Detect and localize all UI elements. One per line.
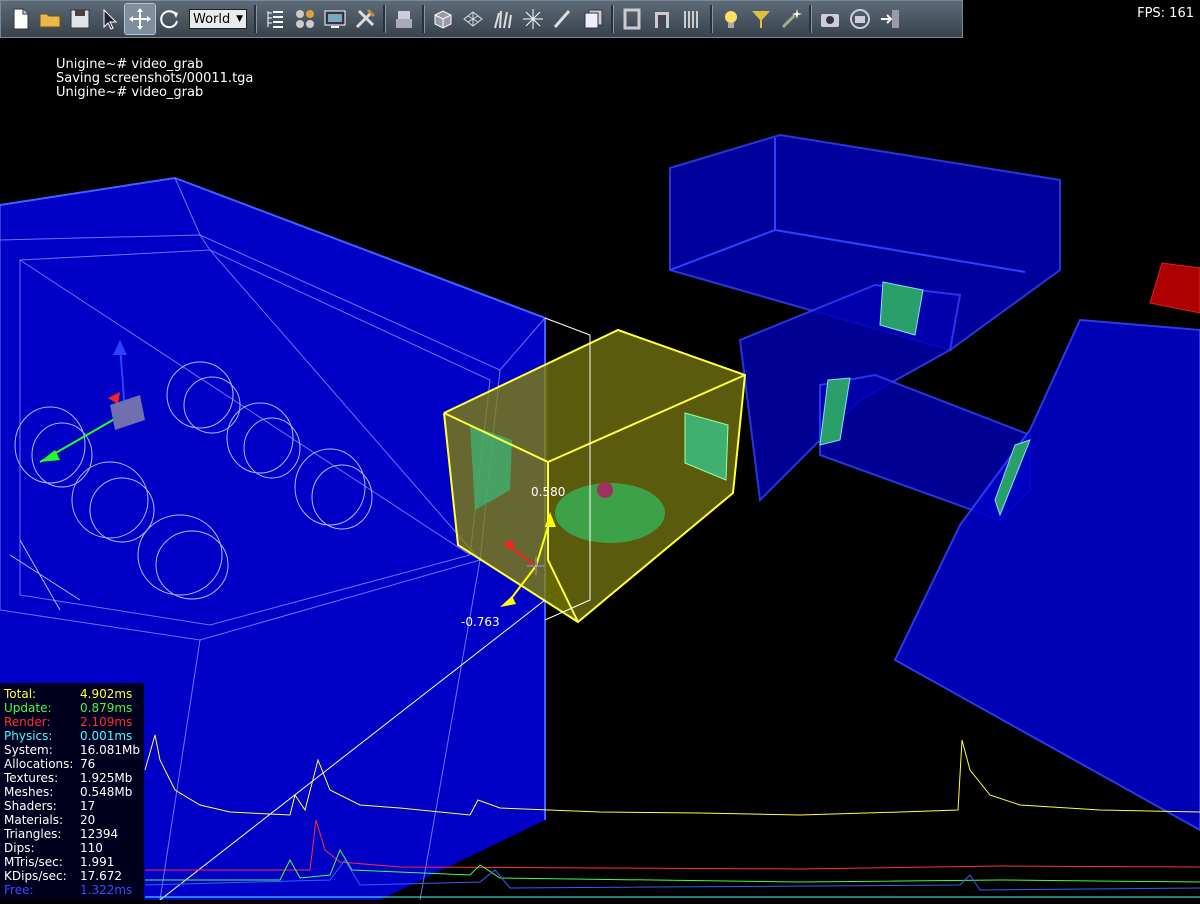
stat-row: Physics: 0.001ms	[0, 729, 144, 743]
camera-rotate-icon[interactable]	[845, 4, 875, 34]
select-arrow-icon[interactable]	[95, 4, 125, 34]
stat-label: Meshes:	[4, 785, 54, 799]
stat-value: 110	[80, 841, 103, 855]
toolbar-separator	[611, 5, 614, 33]
monitor-settings-icon[interactable]	[320, 4, 350, 34]
stat-value: 1.322ms	[80, 883, 133, 897]
stat-row: Shaders: 17	[0, 799, 144, 813]
toolbar-separator	[710, 5, 713, 33]
light-icon[interactable]	[716, 4, 746, 34]
cube-icon[interactable]	[428, 4, 458, 34]
stat-label: Total:	[4, 687, 37, 701]
gizmo-x-value: -0.763	[461, 615, 500, 629]
grass-icon[interactable]	[488, 4, 518, 34]
console-line: Unigine~# video_grab	[56, 85, 204, 100]
player-icon[interactable]	[746, 4, 776, 34]
stat-label: Allocations:	[4, 757, 74, 771]
stat-value: 4.902ms	[80, 687, 133, 701]
coordinate-space-label: World	[193, 11, 231, 27]
stat-label: Free:	[4, 883, 34, 897]
stat-value: 16.081Mb	[80, 743, 140, 757]
stat-value: 76	[80, 757, 96, 771]
stat-value: 1.991	[80, 855, 115, 869]
chevron-down-icon: ▼	[236, 14, 243, 24]
stat-row: Update: 0.879ms	[0, 701, 144, 715]
console-line: Saving screenshots/00011.tga	[56, 71, 254, 86]
stat-row: Free: 1.322ms	[0, 883, 144, 897]
move-icon[interactable]	[124, 3, 156, 35]
stat-row: Dips: 110	[0, 841, 144, 855]
stat-label: Textures:	[4, 771, 59, 785]
nodes-icon[interactable]	[290, 4, 320, 34]
toolbar-separator	[383, 5, 386, 33]
list-tree-icon[interactable]	[260, 4, 290, 34]
stat-label: Materials:	[4, 813, 64, 827]
stat-label: KDips/sec:	[4, 869, 67, 883]
stat-row: Meshes: 0.548Mb	[0, 785, 144, 799]
toolbar-separator	[809, 5, 812, 33]
save-icon[interactable]	[65, 4, 95, 34]
stat-label: MTris/sec:	[4, 855, 63, 869]
stat-value: 17.672	[80, 869, 122, 883]
particles-icon[interactable]	[518, 4, 548, 34]
stat-label: Triangles:	[4, 827, 62, 841]
stat-value: 0.879ms	[80, 701, 133, 715]
fps-counter: FPS: 161	[1137, 6, 1194, 21]
stat-row: Total: 4.902ms	[0, 687, 144, 701]
exit-icon[interactable]	[875, 4, 905, 34]
gizmo-y-value: 0.580	[531, 485, 566, 499]
stat-label: Update:	[4, 701, 52, 715]
bars-icon[interactable]	[677, 4, 707, 34]
stat-row: Textures: 1.925Mb	[0, 771, 144, 785]
portal-a-icon[interactable]	[617, 4, 647, 34]
mesh-icon[interactable]	[458, 4, 488, 34]
3d-viewport[interactable]	[0, 0, 1200, 900]
stat-value: 12394	[80, 827, 119, 841]
new-file-icon[interactable]	[5, 4, 35, 34]
tools-icon[interactable]	[350, 4, 380, 34]
spark-icon[interactable]	[776, 4, 806, 34]
layers-icon[interactable]	[578, 4, 608, 34]
stat-label: Dips:	[4, 841, 35, 855]
stat-row: KDips/sec: 17.672	[0, 869, 144, 883]
coordinate-space-select[interactable]: World ▼	[189, 9, 247, 29]
stat-row: Render: 2.109ms	[0, 715, 144, 729]
stat-row: Allocations: 76	[0, 757, 144, 771]
robot-icon[interactable]	[389, 4, 419, 34]
stat-label: Physics:	[4, 729, 53, 743]
stat-label: System:	[4, 743, 53, 757]
stat-label: Shaders:	[4, 799, 57, 813]
stat-value: 2.109ms	[80, 715, 133, 729]
toolbar-separator	[254, 5, 257, 33]
portal-b-icon[interactable]	[647, 4, 677, 34]
camera-icon[interactable]	[815, 4, 845, 34]
console-line: Unigine~# video_grab	[56, 57, 204, 72]
toolbar-separator	[422, 5, 425, 33]
stat-label: Render:	[4, 715, 51, 729]
performance-stats: Total: 4.902ms Update: 0.879ms Render: 2.109m…	[0, 683, 144, 904]
stat-row: System: 16.081Mb	[0, 743, 144, 757]
stat-value: 17	[80, 799, 96, 813]
stat-row: Materials: 20	[0, 813, 144, 827]
rotate-icon[interactable]	[155, 4, 185, 34]
open-folder-icon[interactable]	[35, 4, 65, 34]
stat-value: 0.548Mb	[80, 785, 133, 799]
stat-value: 0.001ms	[80, 729, 133, 743]
stat-value: 1.925Mb	[80, 771, 133, 785]
stat-row: MTris/sec: 1.991	[0, 855, 144, 869]
right-volumes	[669, 133, 1200, 832]
brush-icon[interactable]	[548, 4, 578, 34]
editor-toolbar: World ▼	[0, 0, 963, 38]
stat-row: Triangles: 12394	[0, 827, 144, 841]
console-output: Unigine~# video_grab Saving screenshots/…	[56, 58, 253, 100]
stat-value: 20	[80, 813, 96, 827]
